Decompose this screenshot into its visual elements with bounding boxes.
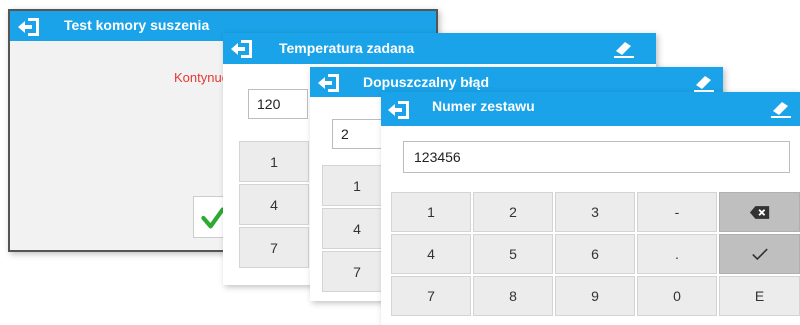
keypad-key-0[interactable]: 0 xyxy=(637,276,717,316)
keypad-key-e[interactable]: E xyxy=(719,276,800,316)
keypad-key-3[interactable]: 3 xyxy=(555,192,635,232)
keypad-key-5[interactable]: 5 xyxy=(473,234,553,274)
checkmark-icon xyxy=(751,248,768,260)
eraser-icon[interactable] xyxy=(612,38,636,58)
exit-door-icon[interactable] xyxy=(387,100,411,120)
backspace-icon xyxy=(749,205,769,219)
set-number-input[interactable]: 123456 xyxy=(403,141,790,173)
keypad-key-8[interactable]: 8 xyxy=(473,276,553,316)
eraser-icon[interactable] xyxy=(692,72,716,92)
title-bar: Temperatura zadana xyxy=(223,33,656,64)
set-number-window: Numer zestawu 123456 1 2 3 - 4 5 6 . 7 8… xyxy=(381,92,800,325)
window-title: Test komory suszenia xyxy=(64,17,210,33)
keypad-key-2[interactable]: 2 xyxy=(473,192,553,232)
window-title: Temperatura zadana xyxy=(279,40,415,56)
value-input[interactable]: 120 xyxy=(248,89,308,119)
window-title: Dopuszczalny błąd xyxy=(363,74,490,90)
keypad-key[interactable]: 7 xyxy=(239,227,309,268)
exit-door-icon[interactable] xyxy=(230,39,254,59)
keypad-key-7[interactable]: 7 xyxy=(391,276,471,316)
backspace-button[interactable] xyxy=(719,192,800,232)
keypad-key-9[interactable]: 9 xyxy=(555,276,635,316)
keypad-key[interactable]: 1 xyxy=(239,141,309,182)
keypad-key[interactable]: 4 xyxy=(239,184,309,225)
eraser-icon[interactable] xyxy=(769,98,793,118)
keypad-key-dot[interactable]: . xyxy=(637,234,717,274)
keypad-key-6[interactable]: 6 xyxy=(555,234,635,274)
checkmark-icon xyxy=(201,207,225,229)
keypad-key-1[interactable]: 1 xyxy=(391,192,471,232)
title-bar: Numer zestawu xyxy=(381,92,800,126)
ok-button[interactable] xyxy=(719,234,800,274)
window-title: Numer zestawu xyxy=(432,98,535,114)
exit-door-icon[interactable] xyxy=(17,17,41,37)
exit-door-icon[interactable] xyxy=(317,73,341,93)
keypad-key-4[interactable]: 4 xyxy=(391,234,471,274)
keypad-key-minus[interactable]: - xyxy=(637,192,717,232)
